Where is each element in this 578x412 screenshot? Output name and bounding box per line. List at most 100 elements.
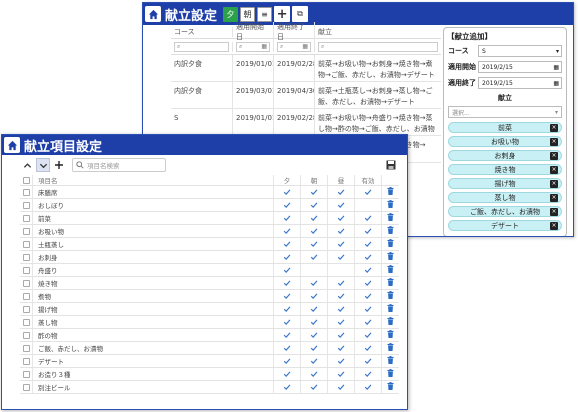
row-checkbox[interactable]	[22, 383, 30, 391]
row-checkbox[interactable]	[22, 188, 30, 196]
lunch-check[interactable]	[328, 225, 355, 237]
lunch-check[interactable]	[328, 316, 355, 328]
row-checkbox[interactable]	[22, 201, 30, 209]
remove-chip-icon[interactable]: ×	[550, 222, 558, 230]
active-check[interactable]	[355, 290, 382, 302]
trash-icon[interactable]	[387, 330, 394, 340]
lunch-check[interactable]	[328, 381, 355, 393]
lunch-check[interactable]	[328, 329, 355, 341]
active-check[interactable]	[355, 264, 382, 276]
column-header-menu[interactable]: 献立	[315, 27, 441, 37]
trash-icon[interactable]	[387, 382, 394, 392]
trash-icon[interactable]	[387, 187, 394, 197]
active-check[interactable]	[355, 368, 382, 380]
end-date-input[interactable]: 2019/2/15 ▦	[478, 77, 562, 89]
row-checkbox[interactable]	[22, 370, 30, 378]
remove-chip-icon[interactable]: ×	[550, 194, 558, 202]
copy-icon[interactable]: ⧉	[292, 6, 309, 22]
trash-icon[interactable]	[387, 265, 394, 275]
remove-chip-icon[interactable]: ×	[550, 180, 558, 188]
list-view-button[interactable]: ≡	[257, 6, 273, 22]
active-check[interactable]	[355, 342, 382, 354]
active-check[interactable]	[355, 277, 382, 289]
breakfast-check[interactable]	[301, 290, 328, 302]
row-checkbox[interactable]	[22, 279, 30, 287]
lunch-check[interactable]	[328, 342, 355, 354]
active-check[interactable]	[355, 355, 382, 367]
calendar-icon[interactable]: ▦	[302, 43, 308, 50]
table-row[interactable]: 別注ビール	[20, 381, 399, 394]
calendar-icon[interactable]: ▦	[553, 80, 559, 87]
lunch-check[interactable]	[328, 277, 355, 289]
chevron-down-icon[interactable]	[36, 158, 50, 172]
remove-chip-icon[interactable]: ×	[550, 166, 558, 174]
trash-icon[interactable]	[387, 304, 394, 314]
row-checkbox[interactable]	[22, 305, 30, 313]
active-check[interactable]	[355, 329, 382, 341]
table-row[interactable]: 土瓶蒸し	[20, 238, 399, 251]
row-checkbox[interactable]	[22, 318, 30, 326]
end-filter[interactable]: ⌕ ▦	[277, 41, 311, 52]
breakfast-check[interactable]	[301, 199, 328, 211]
remove-chip-icon[interactable]: ×	[550, 208, 558, 216]
table-row[interactable]: 酢の物	[20, 329, 399, 342]
lunch-check[interactable]	[328, 303, 355, 315]
column-header-item-name[interactable]: 項目名	[33, 175, 274, 185]
table-row[interactable]: 煮物	[20, 290, 399, 303]
row-checkbox[interactable]	[22, 344, 30, 352]
add-button[interactable]: +	[274, 6, 291, 22]
breakfast-check[interactable]	[301, 342, 328, 354]
breakfast-check[interactable]	[301, 225, 328, 237]
dinner-check[interactable]	[274, 329, 301, 341]
dinner-check[interactable]	[274, 199, 301, 211]
item-name-search-input[interactable]: 項目名検索	[72, 158, 166, 172]
table-row[interactable]: 内訳夕食 2019/01/01 2019/02/28 前菜→お吸い物→お刺身→焼き物→…	[171, 55, 441, 82]
row-checkbox[interactable]	[22, 357, 30, 365]
dinner-check[interactable]	[274, 251, 301, 263]
plus-icon[interactable]	[52, 158, 66, 172]
dinner-filter-button[interactable]: 夕	[223, 6, 239, 22]
breakfast-check[interactable]	[301, 264, 328, 276]
row-checkbox[interactable]	[22, 331, 30, 339]
chevron-up-icon[interactable]	[20, 158, 34, 172]
remove-chip-icon[interactable]: ×	[550, 124, 558, 132]
active-check[interactable]	[355, 199, 382, 211]
row-checkbox[interactable]	[22, 266, 30, 274]
trash-icon[interactable]	[387, 291, 394, 301]
table-row[interactable]: お吸い物	[20, 225, 399, 238]
dinner-check[interactable]	[274, 381, 301, 393]
dinner-check[interactable]	[274, 316, 301, 328]
column-header-active[interactable]: 有効	[355, 175, 382, 185]
dinner-check[interactable]	[274, 290, 301, 302]
dinner-check[interactable]	[274, 264, 301, 276]
dinner-check[interactable]	[274, 238, 301, 250]
course-select[interactable]: S ▾	[478, 45, 562, 57]
table-row[interactable]: デザート	[20, 355, 399, 368]
calendar-icon[interactable]: ▦	[261, 43, 267, 50]
active-check[interactable]	[355, 186, 382, 198]
breakfast-check[interactable]	[301, 355, 328, 367]
breakfast-check[interactable]	[301, 277, 328, 289]
active-check[interactable]	[355, 251, 382, 263]
table-row[interactable]: 舟盛り	[20, 264, 399, 277]
home-icon[interactable]	[4, 137, 20, 153]
lunch-check[interactable]	[328, 290, 355, 302]
select-all-checkbox[interactable]	[22, 176, 30, 184]
table-row[interactable]: 前菜	[20, 212, 399, 225]
breakfast-check[interactable]	[301, 316, 328, 328]
start-date-input[interactable]: 2019/2/15 ▦	[478, 61, 562, 73]
lunch-check[interactable]	[328, 264, 355, 276]
dinner-check[interactable]	[274, 368, 301, 380]
table-row[interactable]: 床膳席	[20, 186, 399, 199]
row-checkbox[interactable]	[22, 240, 30, 248]
breakfast-check[interactable]	[301, 368, 328, 380]
table-row[interactable]: S 2019/01/01 2019/02/28 前菜→お吸い物→舟盛り→焼き物→蒸し物…	[171, 109, 441, 136]
start-filter[interactable]: ⌕ ▦	[236, 41, 270, 52]
column-header-lunch[interactable]: 昼	[328, 175, 355, 185]
trash-icon[interactable]	[387, 278, 394, 288]
table-row[interactable]: お造り３種	[20, 368, 399, 381]
breakfast-check[interactable]	[301, 238, 328, 250]
active-check[interactable]	[355, 303, 382, 315]
active-check[interactable]	[355, 316, 382, 328]
table-row[interactable]: おしぼり	[20, 199, 399, 212]
